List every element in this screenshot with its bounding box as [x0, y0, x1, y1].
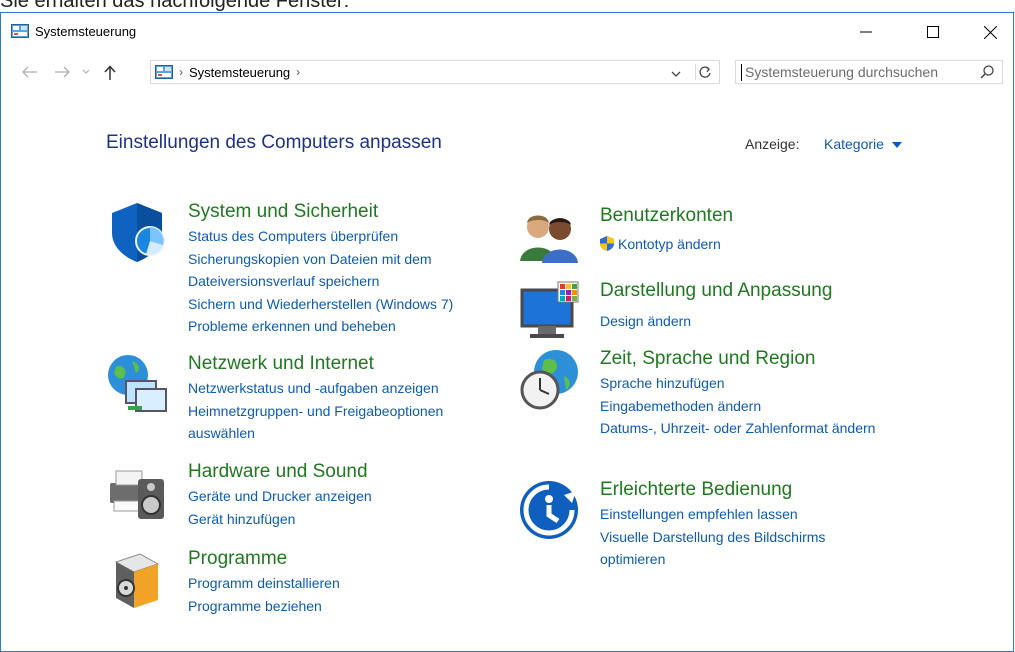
category-link[interactable]: Visuelle Darstellung des Bildschirms opt… [600, 526, 870, 571]
category-links: Sprache hinzufügen Eingabemethoden änder… [600, 372, 920, 440]
category-title[interactable]: Zeit, Sprache und Region [600, 348, 815, 370]
search-icon[interactable] [980, 65, 994, 79]
category-link[interactable]: Netzwerkstatus und -aufgaben anzeigen [188, 377, 508, 400]
forward-button[interactable] [51, 63, 73, 81]
category-link[interactable]: Design ändern [600, 310, 920, 333]
category-time-language-region: Zeit, Sprache und Region Sprache hinzufü… [518, 348, 938, 458]
control-panel-icon [11, 24, 29, 38]
chevron-right-icon: › [179, 65, 183, 79]
category-title[interactable]: Darstellung und Anpassung [600, 280, 832, 302]
category-programs: Programme Programm deinstallieren Progra… [106, 548, 526, 628]
breadcrumb-item[interactable]: Systemsteuerung [189, 65, 290, 80]
category-title[interactable]: Programme [188, 548, 287, 570]
view-label: Anzeige: [745, 136, 800, 152]
category-link[interactable]: Datums-, Uhrzeit- oder Zahlenformat ände… [600, 417, 890, 440]
category-title[interactable]: System und Sicherheit [188, 201, 378, 223]
program-box-icon [114, 553, 160, 608]
shield-icon [112, 203, 165, 262]
category-title[interactable]: Hardware und Sound [188, 461, 368, 483]
category-link[interactable]: Sichern und Wiederherstellen (Windows 7) [188, 293, 508, 316]
monitor-palette-icon [520, 281, 579, 338]
category-user-accounts: Benutzerkonten Kontotyp ändern [518, 205, 938, 265]
close-icon [983, 25, 997, 39]
category-link[interactable]: Programme beziehen [188, 595, 508, 618]
category-link[interactable]: Heimnetzgruppen- und Freigabeoptionen au… [188, 400, 498, 445]
category-links: Design ändern [600, 310, 920, 333]
caret-down-icon [891, 142, 902, 148]
title-bar: Systemsteuerung [1, 13, 1013, 51]
category-link[interactable]: Kontotyp ändern [600, 233, 920, 256]
category-links: Kontotyp ändern [600, 233, 920, 256]
page-title: Einstellungen des Computers anpassen [106, 132, 442, 153]
chevron-down-icon [82, 69, 90, 74]
back-button[interactable] [19, 63, 41, 81]
category-links: Netzwerkstatus und -aufgaben anzeigen He… [188, 377, 508, 445]
category-system-security: System und Sicherheit Status des Compute… [106, 201, 526, 351]
uac-shield-icon [600, 236, 614, 251]
category-hardware-sound: Hardware und Sound Geräte und Drucker an… [106, 461, 526, 541]
category-ease-of-access: Erleichterte Bedienung Einstellungen emp… [518, 479, 938, 589]
category-links: Einstellungen empfehlen lassen Visuelle … [600, 503, 920, 571]
category-title[interactable]: Benutzerkonten [600, 205, 733, 227]
category-link[interactable]: Eingabemethoden ändern [600, 395, 920, 418]
maximize-button[interactable] [910, 13, 956, 51]
category-links: Geräte und Drucker anzeigen Gerät hinzuf… [188, 485, 508, 530]
printer-speaker-icon [110, 470, 164, 519]
users-icon [520, 215, 578, 263]
ease-of-access-icon [520, 481, 578, 539]
category-links: Status des Computers überprüfen Sicherun… [188, 225, 508, 338]
category-link-label: Kontotyp ändern [618, 236, 721, 252]
address-bar[interactable]: › Systemsteuerung › [150, 60, 720, 84]
category-link[interactable]: Gerät hinzufügen [188, 508, 508, 531]
arrow-left-icon [22, 66, 37, 78]
recent-locations-button[interactable] [79, 63, 93, 81]
category-link[interactable]: Sprache hinzufügen [600, 372, 920, 395]
arrow-right-icon [55, 66, 70, 78]
category-link[interactable]: Einstellungen empfehlen lassen [600, 503, 920, 526]
chevron-right-icon[interactable]: › [296, 65, 300, 79]
category-link[interactable]: Programm deinstallieren [188, 572, 508, 595]
network-globe-icon [108, 355, 167, 412]
minimize-icon [860, 31, 872, 33]
up-button[interactable] [99, 63, 121, 81]
arrow-up-icon [104, 64, 116, 80]
refresh-button[interactable] [695, 64, 716, 80]
category-network-internet: Netzwerk und Internet Netzwerkstatus und… [106, 353, 526, 453]
category-title[interactable]: Netzwerk und Internet [188, 353, 374, 375]
refresh-icon [699, 66, 711, 78]
category-link[interactable]: Status des Computers überprüfen [188, 225, 508, 248]
search-input[interactable]: Systemsteuerung durchsuchen [735, 60, 1003, 84]
chevron-down-icon [671, 71, 681, 77]
page-caption: Sie erhalten das nachfolgende Fenster: [0, 0, 350, 12]
text-caret [741, 64, 742, 81]
category-link[interactable]: Probleme erkennen und beheben [188, 315, 508, 338]
window-title: Systemsteuerung [35, 24, 137, 39]
control-panel-icon [155, 65, 173, 79]
category-links: Programm deinstallieren Programme bezieh… [188, 572, 508, 617]
view-mode-value: Kategorie [824, 136, 884, 152]
category-appearance: Darstellung und Anpassung Design ändern [518, 280, 938, 340]
category-link[interactable]: Geräte und Drucker anzeigen [188, 485, 508, 508]
address-dropdown-button[interactable] [671, 66, 681, 81]
search-placeholder: Systemsteuerung durchsuchen [745, 64, 938, 80]
category-link[interactable]: Sicherungskopien von Dateien mit dem Dat… [188, 248, 488, 293]
category-title[interactable]: Erleichterte Bedienung [600, 479, 792, 501]
close-button[interactable] [967, 13, 1013, 51]
navigation-bar: › Systemsteuerung › Systemsteuerung durc… [1, 51, 1013, 93]
minimize-button[interactable] [843, 13, 889, 51]
maximize-icon [927, 26, 939, 38]
view-mode-dropdown[interactable]: Kategorie [824, 136, 902, 152]
clock-globe-icon [520, 350, 578, 410]
